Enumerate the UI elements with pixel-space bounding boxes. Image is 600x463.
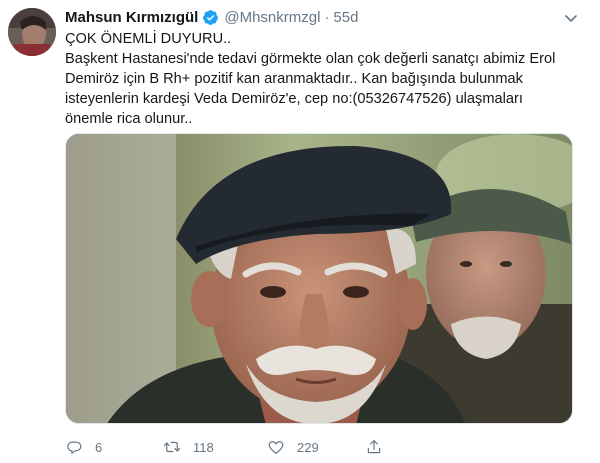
retweet-count: 118 <box>193 439 214 455</box>
like-button[interactable]: 229 <box>267 437 319 457</box>
tweet-header: Mahsun Kırmızıgül @Mhsnkrmzgl · 55d <box>65 7 358 27</box>
tweet-text-line: Başkent Hastanesi'nde tedavi görmekte ol… <box>65 51 556 67</box>
chevron-down-icon[interactable] <box>563 10 579 26</box>
reply-button[interactable]: 6 <box>65 437 102 457</box>
header-separator: · <box>324 8 330 26</box>
author-handle[interactable]: @Mhsnkrmzgl <box>224 9 320 26</box>
tweet-text-line: isteyenlerin kardeşi Veda Demiröz'e, cep… <box>65 91 523 107</box>
tweet-card[interactable]: Mahsun Kırmızıgül @Mhsnkrmzgl · 55d ÇOK … <box>0 0 600 463</box>
verified-badge-icon <box>202 9 219 26</box>
retweet-icon <box>163 441 181 453</box>
avatar[interactable] <box>8 8 56 56</box>
tweet-photo[interactable] <box>65 133 573 424</box>
tweet-actions: 6 118 229 <box>65 437 505 457</box>
reply-count: 6 <box>95 439 103 455</box>
heart-icon <box>268 441 284 454</box>
share-button[interactable] <box>365 437 383 457</box>
tweet-text-line: önemle rica olunur.. <box>65 111 193 127</box>
share-icon <box>367 440 381 454</box>
retweet-button[interactable]: 118 <box>163 437 214 457</box>
author-name[interactable]: Mahsun Kırmızıgül <box>65 9 198 26</box>
tweet-text-line: ÇOK ÖNEMLİ DUYURU.. <box>65 31 232 47</box>
reply-icon <box>67 441 82 454</box>
like-count: 229 <box>297 439 319 455</box>
tweet-text-line: Demiröz için B Rh+ pozitif kan aranmakta… <box>65 71 523 87</box>
tweet-text: ÇOK ÖNEMLİ DUYURU.. Başkent Hastanesi'nd… <box>65 29 575 129</box>
tweet-timestamp[interactable]: 55d <box>333 9 358 26</box>
